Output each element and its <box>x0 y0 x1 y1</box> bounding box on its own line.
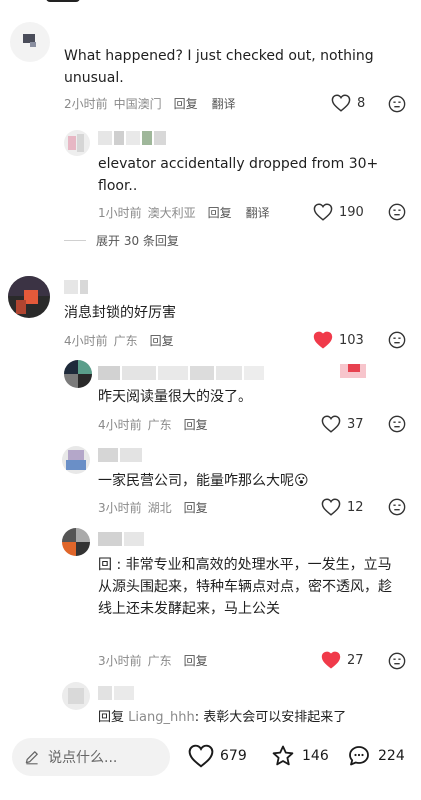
reply-button[interactable]: 回复 <box>174 95 198 112</box>
like-button[interactable]: 103 <box>313 331 364 349</box>
expand-replies-label: 展开 30 条回复 <box>96 234 179 248</box>
avatar[interactable] <box>64 130 90 156</box>
comment-meta: 3小时前 广东 回复 <box>98 652 208 669</box>
comment-input[interactable]: 说点什么... <box>12 738 170 776</box>
like-button[interactable]: 37 <box>321 415 364 433</box>
comment-time: 3小时前 <box>98 501 142 515</box>
heart-outline-icon <box>188 744 214 768</box>
comment-time: 4小时前 <box>64 334 108 348</box>
reply-button[interactable]: 回复 <box>208 204 232 221</box>
heart-outline-icon <box>321 415 341 433</box>
reply-button[interactable]: 回复 <box>184 499 208 516</box>
avatar[interactable] <box>62 682 90 710</box>
comment-location: 中国澳门 <box>113 97 162 111</box>
translate-button[interactable]: 翻译 <box>246 204 270 221</box>
surprised-emoji: 😮 <box>294 473 309 489</box>
comment-text-body: : 表彰大会可以安排起来了 <box>194 710 347 725</box>
star-outline-icon <box>272 745 294 766</box>
like-post-button[interactable]: 679 <box>188 744 247 768</box>
comment-location: 广东 <box>147 654 172 668</box>
favorite-count: 146 <box>302 748 329 764</box>
comment-location: 澳大利亚 <box>147 206 196 220</box>
dislike-face-icon[interactable] <box>388 331 406 349</box>
comment-text: 一家民营公司，能量咋那么大呢😮 <box>98 470 398 492</box>
heart-outline-icon <box>313 203 333 221</box>
post-like-count: 679 <box>220 748 247 764</box>
avatar[interactable] <box>10 22 50 62</box>
like-count: 103 <box>339 332 364 348</box>
heart-outline-icon <box>321 498 341 516</box>
bottom-action-bar: 说点什么... 679 146 224 <box>0 732 421 800</box>
like-button[interactable]: 8 <box>331 94 365 112</box>
comment-location: 湖北 <box>147 501 172 515</box>
like-count: 8 <box>357 95 366 111</box>
comment-time: 3小时前 <box>98 654 142 668</box>
like-button[interactable]: 12 <box>321 498 364 516</box>
dislike-face-icon[interactable] <box>388 415 406 433</box>
like-button[interactable]: 190 <box>313 203 364 221</box>
reply-prefix: 回复 <box>98 710 125 725</box>
comment-text: 回复 Liang_hhh: 表彰大会可以安排起来了 <box>98 707 398 729</box>
comments-button[interactable]: 224 <box>346 744 405 768</box>
username-blurred <box>98 131 166 145</box>
like-count: 12 <box>347 499 364 515</box>
heart-outline-icon <box>331 94 351 112</box>
comment-text: elevator accidentally dropped from 30+ f… <box>98 156 379 194</box>
username-blurred <box>64 280 88 294</box>
comment-text: 消息封锁的好厉害 <box>64 305 176 321</box>
dislike-face-icon[interactable] <box>388 498 406 516</box>
comment-text: 回 : 非常专业和高效的处理水平，一发生，立马从源头围起来，特种车辆点对点，密不… <box>98 557 392 617</box>
dislike-face-icon[interactable] <box>388 203 406 221</box>
reply-to-username[interactable]: Liang_hhh <box>128 710 195 725</box>
dislike-face-icon[interactable] <box>388 652 406 670</box>
comment-meta: 4小时前 广东 回复 <box>98 416 208 433</box>
reply-button[interactable]: 回复 <box>184 652 208 669</box>
comment-text-body: 一家民营公司，能量咋那么大呢 <box>98 473 294 489</box>
heart-filled-icon <box>321 651 341 669</box>
username-blurred <box>98 448 142 462</box>
translate-button[interactable]: 翻译 <box>212 95 236 112</box>
avatar[interactable] <box>62 528 90 556</box>
username-blurred <box>98 366 264 380</box>
comment-meta: 4小时前 广东 回复 <box>64 332 174 349</box>
comment-input-placeholder: 说点什么... <box>48 750 118 766</box>
comment-text: What happened? I just checked out, nothi… <box>64 48 374 86</box>
comment-meta: 1小时前 澳大利亚 回复 翻译 <box>98 204 270 221</box>
expand-replies-button[interactable]: 展开 30 条回复 <box>64 232 179 249</box>
blurred-tag <box>340 364 366 378</box>
comment-location: 广东 <box>113 334 138 348</box>
favorite-button[interactable]: 146 <box>270 744 329 768</box>
comment-count: 224 <box>378 748 405 764</box>
avatar[interactable] <box>62 446 90 474</box>
reply-button[interactable]: 回复 <box>150 332 174 349</box>
username-blurred <box>98 532 144 546</box>
comment-time: 1小时前 <box>98 206 142 220</box>
avatar[interactable] <box>64 360 92 388</box>
comment-time: 2小时前 <box>64 97 108 111</box>
like-button[interactable]: 27 <box>321 651 364 669</box>
comment-location: 广东 <box>147 418 172 432</box>
comment-time: 4小时前 <box>98 418 142 432</box>
heart-filled-icon <box>313 331 333 349</box>
reply-button[interactable]: 回复 <box>184 416 208 433</box>
divider-line <box>64 240 86 241</box>
pencil-icon <box>25 751 38 765</box>
comment-text: 昨天阅读量很大的没了。 <box>98 389 252 405</box>
cropped-avatar-top <box>46 0 80 2</box>
avatar[interactable] <box>8 276 50 318</box>
comment-meta: 3小时前 湖北 回复 <box>98 499 208 516</box>
dislike-face-icon[interactable] <box>388 95 406 113</box>
like-count: 27 <box>347 652 364 668</box>
comment-meta: 2小时前 中国澳门 回复 翻译 <box>64 95 236 112</box>
like-count: 190 <box>339 204 364 220</box>
username-blurred <box>98 686 134 700</box>
speech-bubble-icon <box>349 746 369 766</box>
like-count: 37 <box>347 416 364 432</box>
